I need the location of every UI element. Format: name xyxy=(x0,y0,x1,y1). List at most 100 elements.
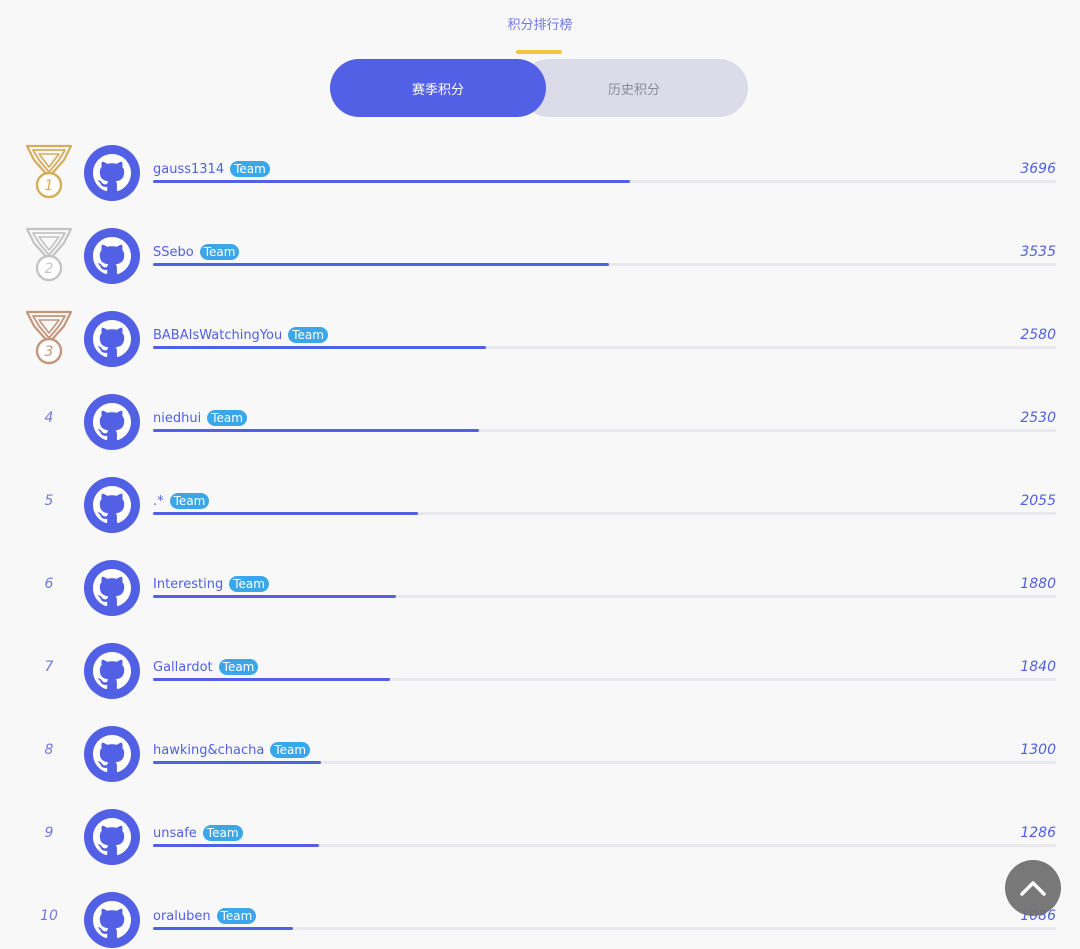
leaderboard-row[interactable]: 6 Interesting Team 1880 xyxy=(0,554,1080,637)
team-badge: Team xyxy=(230,161,270,177)
medal-rank-number: 2 xyxy=(45,261,54,277)
user-name[interactable]: Interesting xyxy=(153,577,223,592)
rank-number: 4 xyxy=(44,410,54,426)
score-value: 1300 xyxy=(1020,742,1056,758)
score-progress-track xyxy=(153,595,1056,598)
user-name[interactable]: .* xyxy=(153,494,164,509)
score-progress-fill xyxy=(153,263,609,266)
score-progress-track xyxy=(153,429,1056,432)
team-badge: Team xyxy=(199,244,240,260)
user-name[interactable]: hawking&chacha xyxy=(153,743,264,758)
user-name[interactable]: Gallardot xyxy=(153,660,213,675)
team-badge: Team xyxy=(288,327,328,343)
leaderboard-row[interactable]: 7 Gallardot Team 1840 xyxy=(0,637,1080,720)
score-value: 2055 xyxy=(1020,493,1056,509)
rank-number: 5 xyxy=(44,493,54,509)
user-name-line: gauss1314 Team xyxy=(153,160,270,178)
avatar[interactable] xyxy=(84,643,140,699)
medal-rank-number: 3 xyxy=(45,344,54,360)
github-icon xyxy=(93,901,131,939)
score-progress-fill xyxy=(153,761,321,764)
github-icon xyxy=(93,237,131,275)
user-name-line: unsafe Team xyxy=(153,824,243,842)
avatar[interactable] xyxy=(84,477,140,533)
leaderboard-row[interactable]: 10 oraluben Team 1086 xyxy=(0,886,1080,949)
rank-number: 9 xyxy=(44,825,54,841)
score-progress-track xyxy=(153,761,1056,764)
bronze-medal-icon: 3 xyxy=(24,309,74,367)
leaderboard-row[interactable]: 2 SSebo Team 3535 xyxy=(0,222,1080,305)
avatar[interactable] xyxy=(84,145,140,201)
leaderboard-row[interactable]: 8 hawking&chacha Team 1300 xyxy=(0,720,1080,803)
user-name-line: BABAIsWatchingYou Team xyxy=(153,326,328,344)
score-progress-track xyxy=(153,678,1056,681)
score-progress-fill xyxy=(153,844,319,847)
leaderboard-row[interactable]: 4 niedhui Team 2530 xyxy=(0,388,1080,471)
leaderboard-row[interactable]: 1 gauss1314 Team 3696 xyxy=(0,139,1080,222)
score-progress-fill xyxy=(153,678,390,681)
leaderboard-row[interactable]: 3 BABAIsWatchingYou Team 2580 xyxy=(0,305,1080,388)
github-icon xyxy=(93,154,131,192)
avatar[interactable] xyxy=(84,311,140,367)
score-progress-track xyxy=(153,927,1056,930)
tab-season-score[interactable]: 赛季积分 xyxy=(330,59,546,117)
user-name[interactable]: niedhui xyxy=(153,411,201,426)
score-progress-fill xyxy=(153,927,293,930)
tab-history-score[interactable]: 历史积分 xyxy=(520,59,748,117)
team-badge: Team xyxy=(229,576,269,592)
github-icon xyxy=(93,818,131,856)
user-name-line: Interesting Team xyxy=(153,575,269,593)
team-badge: Team xyxy=(216,908,257,924)
score-value: 2530 xyxy=(1020,410,1056,426)
github-icon xyxy=(93,486,131,524)
user-name[interactable]: SSebo xyxy=(153,245,194,260)
user-name[interactable]: oraluben xyxy=(153,909,211,924)
score-progress-track xyxy=(153,346,1056,349)
github-icon xyxy=(93,735,131,773)
user-name-line: niedhui Team xyxy=(153,409,247,427)
score-progress-fill xyxy=(153,595,396,598)
user-name[interactable]: BABAIsWatchingYou xyxy=(153,328,282,343)
avatar[interactable] xyxy=(84,726,140,782)
back-to-top-button[interactable] xyxy=(1005,860,1061,916)
user-name-line: hawking&chacha Team xyxy=(153,741,311,759)
score-progress-fill xyxy=(153,429,479,432)
score-progress-fill xyxy=(153,180,630,183)
avatar[interactable] xyxy=(84,892,140,948)
gold-medal-icon: 1 xyxy=(24,143,74,201)
github-icon xyxy=(93,403,131,441)
team-badge: Team xyxy=(207,410,247,426)
score-value: 3696 xyxy=(1020,161,1056,177)
rank-number: 8 xyxy=(44,742,54,758)
silver-medal-icon: 2 xyxy=(24,226,74,284)
avatar[interactable] xyxy=(84,560,140,616)
medal-rank-number: 1 xyxy=(45,178,54,194)
avatar[interactable] xyxy=(84,809,140,865)
score-tabs: 历史积分 赛季积分 xyxy=(330,59,748,117)
avatar[interactable] xyxy=(84,394,140,450)
rank-number: 7 xyxy=(44,659,54,675)
score-progress-track xyxy=(153,180,1056,183)
page-title: 积分排行榜 xyxy=(507,18,573,33)
avatar[interactable] xyxy=(84,228,140,284)
leaderboard-row[interactable]: 9 unsafe Team 1286 xyxy=(0,803,1080,886)
score-value: 3535 xyxy=(1020,244,1056,260)
score-value: 1880 xyxy=(1020,576,1056,592)
github-icon xyxy=(93,320,131,358)
rank-number: 10 xyxy=(40,908,58,924)
score-progress-track xyxy=(153,844,1056,847)
leaderboard-row[interactable]: 5 .* Team 2055 xyxy=(0,471,1080,554)
github-icon xyxy=(93,569,131,607)
score-value: 2580 xyxy=(1020,327,1056,343)
user-name-line: oraluben Team xyxy=(153,907,257,925)
user-name-line: SSebo Team xyxy=(153,243,240,261)
team-badge: Team xyxy=(270,742,311,758)
score-value: 1286 xyxy=(1020,825,1056,841)
github-icon xyxy=(93,652,131,690)
score-progress-fill xyxy=(153,346,486,349)
score-value: 1840 xyxy=(1020,659,1056,675)
user-name[interactable]: gauss1314 xyxy=(153,162,224,177)
score-progress-fill xyxy=(153,512,418,515)
user-name[interactable]: unsafe xyxy=(153,826,197,841)
team-badge: Team xyxy=(218,659,259,675)
